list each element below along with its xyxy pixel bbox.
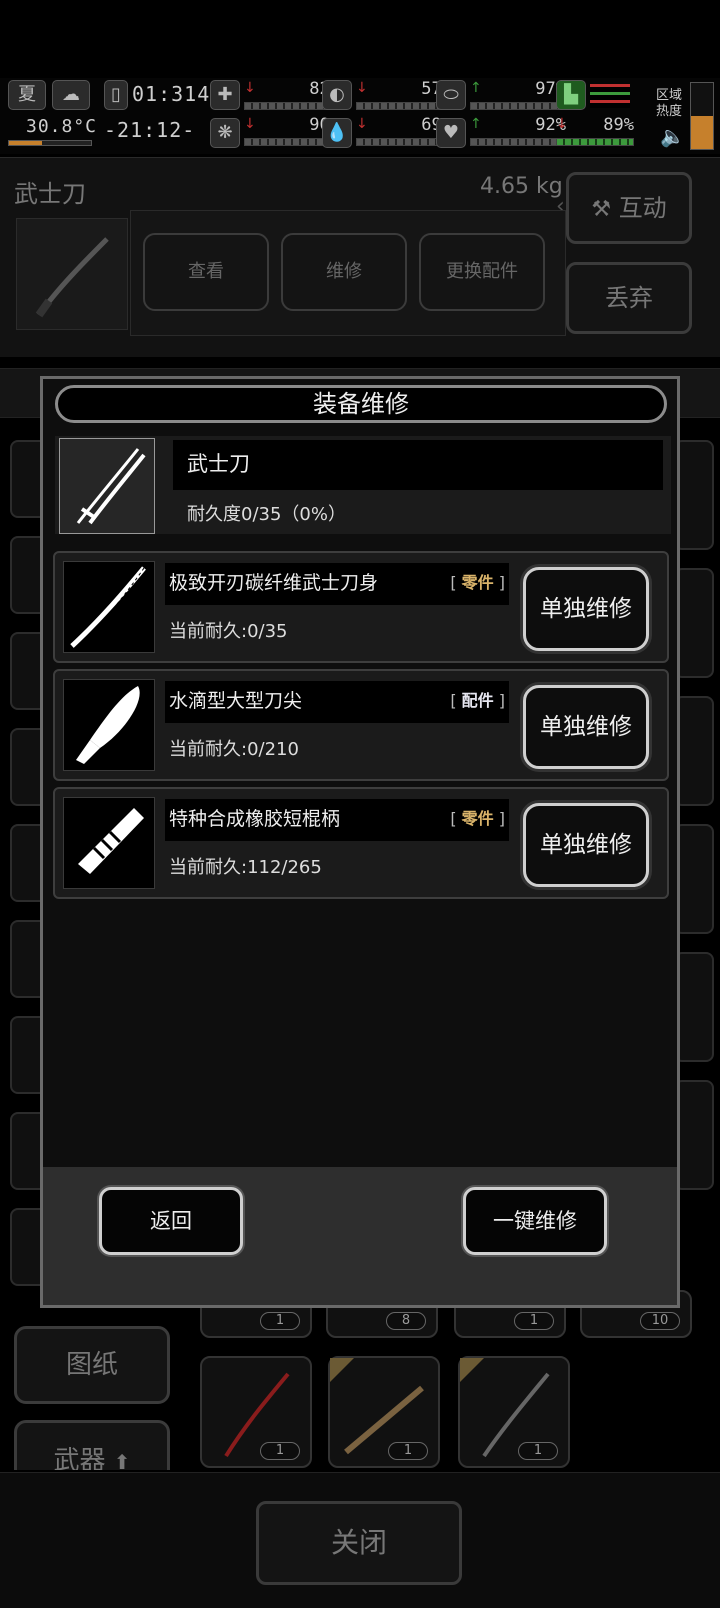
season-label: 夏 (18, 84, 36, 105)
season-icon: 夏 (8, 80, 46, 110)
blade-icon (70, 566, 146, 649)
part-row: 极致开刃碳纤维武士刀身 [ 零件 ] 当前耐久:0/35 单独维修 (53, 551, 669, 663)
part-durability: 当前耐久:0/35 (169, 621, 288, 642)
inventory-slot-rifle[interactable]: 1 (328, 1356, 440, 1468)
mood-bar (470, 138, 566, 146)
close-button[interactable]: 关闭 (256, 1501, 462, 1585)
repair-single-button[interactable]: 单独维修 (523, 803, 649, 887)
temperature-readout: 30.8°C (26, 116, 98, 137)
item-weight: 4.65 kg (480, 174, 563, 199)
repair-all-button[interactable]: 一键维修 (463, 1187, 607, 1255)
status-hud: 夏 ☁ 30.8°C ▯ 01:314 -21:12- ✚ ↓ 82% ◐ ↓ … (0, 78, 720, 154)
pill-icon: ⬭ (436, 80, 466, 110)
mood-stat: ↑ 92% (470, 115, 566, 148)
arrow-up-icon: ⬆ (113, 1450, 131, 1470)
region-heat-bar (690, 82, 714, 150)
immunity-bar (470, 102, 566, 110)
weapon-name: 武士刀 (173, 440, 663, 490)
stamina-bar (556, 138, 634, 146)
part-name-bar: 特种合成橡胶短棍柄 [ 零件 ] (165, 799, 509, 841)
part-type-badge: [ 配件 ] (450, 691, 505, 710)
part-name: 极致开刃碳纤维武士刀身 (169, 572, 379, 594)
water-drop-icon: 💧 (322, 118, 352, 148)
weapon-summary: 武士刀 耐久度0/35（0%） (55, 436, 671, 534)
time-readout: -21:12- (104, 118, 196, 142)
part-name-bar: 水滴型大型刀尖 [ 配件 ] (165, 681, 509, 723)
item-action-group: 查看 维修 更换配件 (130, 210, 566, 336)
repair-single-button[interactable]: 单独维修 (523, 685, 649, 769)
view-button[interactable]: 查看 (143, 233, 269, 311)
part-durability: 当前耐久:0/210 (169, 739, 299, 760)
back-button[interactable]: 返回 (99, 1187, 243, 1255)
part-type-badge: [ 零件 ] (450, 809, 505, 828)
trend-down-icon: ↓ (356, 80, 368, 96)
trend-down-icon: ↓ (244, 80, 256, 96)
interact-button[interactable]: ⚒ 互动 (566, 172, 692, 244)
modal-footer: 返回 一键维修 (43, 1167, 677, 1305)
part-type-badge: [ 零件 ] (450, 573, 505, 592)
immunity-stat: ↑ 97% (470, 79, 566, 112)
speaker-icon[interactable]: 🔈 (660, 124, 685, 148)
trend-up-icon: ↑ (470, 80, 482, 96)
weapon-durability: 耐久度0/35（0%） (187, 504, 346, 525)
trend-down-icon: ↓ (244, 116, 256, 132)
weather-cloud-icon: ☁ (52, 80, 90, 110)
trend-down-icon: ↓ (356, 116, 368, 132)
change-parts-button[interactable]: 更换配件 (419, 233, 545, 311)
handle-icon (78, 808, 144, 874)
clock-icon: ▯ (104, 80, 128, 110)
temperature-bar (8, 140, 92, 146)
brain-icon: ❋ (210, 118, 240, 148)
inventory-column-right (674, 440, 714, 1290)
stomach-icon: ◐ (322, 80, 352, 110)
inventory-slot-katana[interactable]: 1 (458, 1356, 570, 1468)
weapon-category-label: 武器 (53, 1446, 106, 1470)
item-title: 武士刀 (14, 180, 86, 208)
weapon-image (59, 438, 155, 534)
repair-modal: 装备维修 武士刀 耐久度0/35（0%） 极致开刃碳纤维武士刀身 [ 零件 ] (40, 376, 680, 1308)
interact-label: 互动 (618, 194, 667, 222)
part-name-bar: 极致开刃碳纤维武士刀身 [ 零件 ] (165, 563, 509, 605)
modal-title: 装备维修 (55, 385, 667, 423)
stamina-stat: ↓ 89% (556, 115, 634, 148)
part-row: 水滴型大型刀尖 [ 配件 ] 当前耐久:0/210 单独维修 (53, 669, 669, 781)
part-row: 特种合成橡胶短棍柄 [ 零件 ] 当前耐久:112/265 单独维修 (53, 787, 669, 899)
boot-icon: ▙ (556, 80, 586, 110)
item-detail-panel: 武士刀 4.65 kg ‹ 查看 维修 更换配件 ⚒ 互动 丢弃 (0, 157, 720, 357)
weapon-category-button[interactable]: 武器 ⬆ (14, 1420, 170, 1470)
part-durability: 当前耐久:112/265 (169, 857, 322, 878)
katana-icon (76, 448, 146, 525)
trend-down-icon: ↓ (556, 116, 568, 132)
health-kit-icon: ✚ (210, 80, 240, 110)
heart-icon: ♥ (436, 118, 466, 148)
region-heat-label: 区域热度 (656, 88, 683, 119)
part-image (63, 679, 155, 771)
knife-tip-icon (76, 686, 140, 764)
item-thumbnail (16, 218, 128, 330)
inventory-slot-red-katana[interactable]: 1 (200, 1356, 312, 1468)
repair-button[interactable]: 维修 (281, 233, 407, 311)
part-image (63, 797, 155, 889)
katana-icon (35, 237, 109, 318)
hammer-icon: ⚒ (591, 197, 612, 222)
stamina-lines (590, 84, 630, 108)
blueprint-category-button[interactable]: 图纸 (14, 1326, 170, 1404)
part-name: 特种合成橡胶短棍柄 (169, 808, 341, 830)
bottom-bar: 关闭 (0, 1472, 720, 1608)
trend-up-icon: ↑ (470, 116, 482, 132)
part-image (63, 561, 155, 653)
repair-single-button[interactable]: 单独维修 (523, 567, 649, 651)
day-counter: 01:314 (132, 82, 211, 106)
part-name: 水滴型大型刀尖 (169, 690, 303, 712)
discard-button[interactable]: 丢弃 (566, 262, 692, 334)
